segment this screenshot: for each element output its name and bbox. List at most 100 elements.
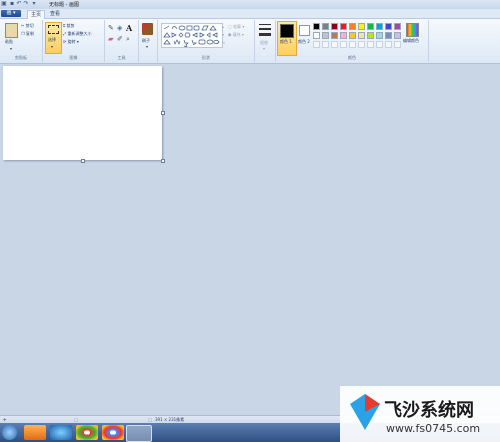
cursor-position-icon: ✛ <box>3 417 7 422</box>
cut-label: 剪切 <box>25 23 34 28</box>
file-menu-label: 画 <box>6 10 12 16</box>
taskbar-app-icon-2[interactable] <box>50 425 72 440</box>
canvas-resize-handle-bottom[interactable] <box>81 159 85 163</box>
palette-swatch[interactable] <box>331 32 338 39</box>
fill-button[interactable]: ◼ 填充 ▾ <box>228 32 244 38</box>
size-line-thick-icon <box>259 33 271 36</box>
customize-quick-access-icon[interactable]: ▾ <box>31 1 37 7</box>
select-rectangle-icon <box>48 25 59 34</box>
palette-custom-swatch[interactable] <box>322 41 329 48</box>
fill-label: 填充 <box>232 32 241 37</box>
size-dropdown-icon[interactable]: ▾ <box>263 46 265 51</box>
undo-icon[interactable]: ↶ <box>16 1 22 7</box>
palette-custom-swatch[interactable] <box>331 41 338 48</box>
shapes-gallery[interactable] <box>161 23 223 48</box>
size-line-medium-icon <box>259 28 271 30</box>
edit-colors-button[interactable]: 编辑颜色 <box>403 38 419 44</box>
brushes-dropdown-icon[interactable]: ▾ <box>146 44 148 49</box>
redo-icon[interactable]: ↷ <box>23 1 29 7</box>
cut-button[interactable]: ✂ 剪切 <box>21 23 34 29</box>
color1-label: 颜色 1 <box>280 39 292 44</box>
palette-custom-swatch[interactable] <box>358 41 365 48</box>
paste-dropdown-icon[interactable]: ▾ <box>10 46 12 51</box>
outline-button[interactable]: ▢ 轮廓 ▾ <box>228 24 244 30</box>
select-button[interactable]: 选择 <box>48 37 56 43</box>
color2-swatch[interactable] <box>299 25 310 36</box>
outline-icon: ▢ <box>228 24 232 29</box>
palette-custom-swatch[interactable] <box>376 41 383 48</box>
paste-icon[interactable] <box>5 23 18 38</box>
taskbar-paint-icon[interactable] <box>126 425 152 442</box>
shapes-scroll-up-icon[interactable]: ▴ <box>222 24 224 29</box>
taskbar-app-icon-1[interactable] <box>24 425 46 440</box>
palette-custom-swatch[interactable] <box>313 41 320 48</box>
canvas-resize-handle-right[interactable] <box>161 111 165 115</box>
start-button-icon[interactable] <box>2 425 17 440</box>
palette-swatch[interactable] <box>367 23 374 30</box>
shapes-more-icon[interactable]: ≡ <box>222 40 225 45</box>
color-picker-icon[interactable]: ✐ <box>117 35 123 43</box>
palette-swatch[interactable] <box>376 23 383 30</box>
palette-swatch[interactable] <box>394 23 401 30</box>
fill-bucket-icon[interactable]: ◈ <box>117 24 122 32</box>
paste-button[interactable]: 粘贴 <box>5 39 13 45</box>
palette-swatch[interactable] <box>322 32 329 39</box>
resize-button[interactable]: ⤢ 重新调整大小 <box>63 31 91 37</box>
palette-swatch[interactable] <box>367 32 374 39</box>
eraser-icon[interactable]: ▰ <box>108 35 113 43</box>
palette-swatch[interactable] <box>385 32 392 39</box>
palette-custom-swatch[interactable] <box>340 41 347 48</box>
palette-swatch[interactable] <box>358 23 365 30</box>
magnifier-icon[interactable]: ⌕ <box>126 35 130 44</box>
colors-group-label: 颜色 <box>348 55 356 60</box>
size-line-thin-icon <box>259 24 271 25</box>
tab-view[interactable]: 查看 <box>48 10 62 18</box>
select-dropdown-icon[interactable]: ▾ <box>51 44 53 49</box>
canvas-resize-handle-corner[interactable] <box>161 159 165 163</box>
image-group: 选择 ▾ ⌗ 裁剪 ⤢ 重新调整大小 ⟳ 旋转 ▾ 图像 <box>43 20 105 62</box>
pencil-icon[interactable]: ✎ <box>108 24 114 32</box>
brushes-group: 刷子 ▾ <box>139 20 158 62</box>
shapes-scroll-down-icon[interactable]: ▾ <box>222 32 224 37</box>
brushes-icon[interactable] <box>142 23 153 35</box>
palette-swatch[interactable] <box>376 32 383 39</box>
color1-swatch <box>280 24 294 38</box>
tools-group: ✎ ◈ A ▰ ✐ ⌕ 工具 <box>105 20 139 62</box>
drawing-canvas[interactable] <box>3 66 165 163</box>
copy-button[interactable]: ❐ 复制 <box>21 31 34 37</box>
rotate-button[interactable]: ⟳ 旋转 ▾ <box>63 39 79 45</box>
crop-button[interactable]: ⌗ 裁剪 <box>63 23 75 29</box>
paint-app-icon[interactable]: ▣ <box>1 1 7 7</box>
tab-home[interactable]: 主页 <box>27 10 45 19</box>
palette-custom-swatch[interactable] <box>385 41 392 48</box>
shapes-group: ▴ ▾ ≡ ▢ 轮廓 ▾ ◼ 填充 ▾ 形状 <box>158 20 255 62</box>
scissors-icon: ✂ <box>21 23 25 28</box>
palette-swatch[interactable] <box>313 23 320 30</box>
palette-swatch[interactable] <box>385 23 392 30</box>
resize-icon: ⤢ <box>63 31 67 36</box>
palette-custom-swatch[interactable] <box>349 41 356 48</box>
file-menu-button[interactable]: 画 ▾ <box>1 10 21 17</box>
palette-swatch[interactable] <box>394 32 401 39</box>
palette-swatch[interactable] <box>331 23 338 30</box>
palette-swatch[interactable] <box>322 23 329 30</box>
palette-swatch[interactable] <box>340 32 347 39</box>
image-group-label: 图像 <box>69 55 78 60</box>
palette-swatch[interactable] <box>340 23 347 30</box>
text-tool-icon[interactable]: A <box>126 23 132 33</box>
edit-colors-icon[interactable] <box>406 23 419 37</box>
save-icon[interactable]: ▪ <box>9 1 15 7</box>
palette-swatch[interactable] <box>313 32 320 39</box>
color2-label[interactable]: 颜色 2 <box>298 39 310 44</box>
palette-swatch[interactable] <box>358 32 365 39</box>
copy-icon: ❐ <box>21 31 25 36</box>
palette-swatch[interactable] <box>349 32 356 39</box>
taskbar-browser-icon[interactable] <box>102 425 124 440</box>
ribbon-tab-row: 画 ▾ 主页 查看 <box>0 9 500 19</box>
taskbar-app-icon-3[interactable] <box>76 425 98 440</box>
palette-swatch[interactable] <box>349 23 356 30</box>
colors-group: 颜色 1 颜色 2 编辑颜色 颜色 <box>276 20 429 62</box>
palette-custom-swatch[interactable] <box>394 41 401 48</box>
palette-custom-swatch[interactable] <box>367 41 374 48</box>
resize-label: 重新调整大小 <box>67 31 92 36</box>
